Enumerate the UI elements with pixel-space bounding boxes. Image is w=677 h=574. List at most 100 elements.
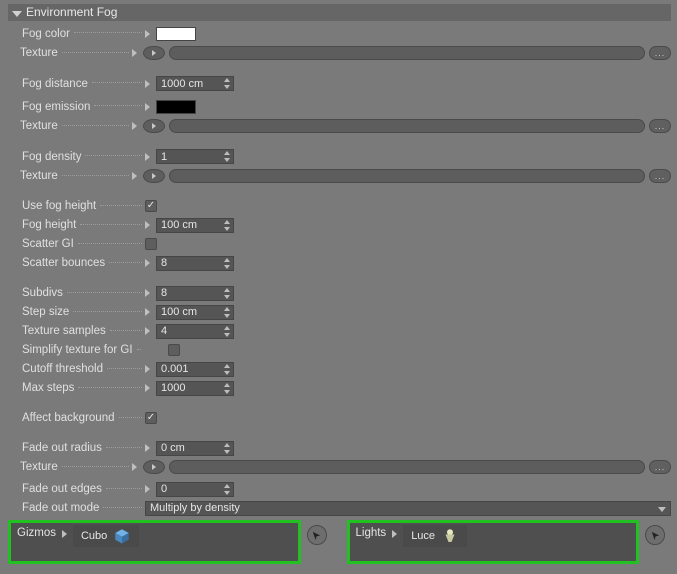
chevron-down-icon[interactable] [224, 314, 230, 318]
fog-color-swatch[interactable] [156, 27, 196, 41]
expand-icon[interactable] [145, 384, 150, 392]
texture-picker-button[interactable] [143, 460, 165, 474]
texture-browse-button[interactable]: ... [649, 46, 671, 60]
row-texture-samples: Texture samples 4 [8, 323, 671, 339]
row-fade-out-radius: Fade out radius 0 cm [8, 440, 671, 456]
texture-slot[interactable] [169, 46, 645, 60]
expand-icon[interactable] [145, 30, 150, 38]
chevron-down-icon[interactable] [224, 85, 230, 89]
cube-icon [113, 527, 131, 545]
texture-picker-button[interactable] [143, 169, 165, 183]
chevron-down-icon[interactable] [224, 265, 230, 269]
chevron-up-icon[interactable] [224, 288, 230, 292]
chevron-up-icon[interactable] [224, 383, 230, 387]
label-scatter-gi: Scatter GI [22, 238, 78, 250]
fog-height-field[interactable]: 100 cm [156, 218, 234, 233]
chevron-down-icon[interactable] [224, 491, 230, 495]
chevron-down-icon[interactable] [224, 371, 230, 375]
scatter-gi-checkbox[interactable] [145, 238, 157, 250]
expand-icon[interactable] [132, 122, 137, 130]
chevron-up-icon[interactable] [224, 326, 230, 330]
expand-icon[interactable] [132, 172, 137, 180]
light-chip[interactable]: Luce [403, 525, 467, 547]
chevron-down-icon[interactable] [224, 333, 230, 337]
chevron-up-icon[interactable] [224, 151, 230, 155]
label-texture: Texture [20, 120, 62, 132]
chevron-up-icon[interactable] [224, 484, 230, 488]
fade-out-edges-field[interactable]: 0 [156, 482, 234, 497]
row-fog-density-texture: Texture ... [20, 168, 671, 184]
texture-samples-field[interactable]: 4 [156, 324, 234, 339]
expand-icon[interactable] [145, 289, 150, 297]
collapse-icon [12, 11, 22, 17]
expand-icon[interactable] [145, 221, 150, 229]
texture-slot[interactable] [169, 119, 645, 133]
fade-out-mode-dropdown[interactable]: Multiply by density [145, 501, 671, 516]
label-fog-emission: Fog emission [22, 101, 94, 113]
fade-out-radius-field[interactable]: 0 cm [156, 441, 234, 456]
row-fog-height: Fog height 100 cm [8, 217, 671, 233]
use-fog-height-checkbox[interactable] [145, 200, 157, 212]
chevron-up-icon[interactable] [224, 220, 230, 224]
play-icon [152, 123, 156, 129]
fog-emission-swatch[interactable] [156, 100, 196, 114]
chevron-up-icon[interactable] [224, 258, 230, 262]
label-step-size: Step size [22, 306, 73, 318]
row-fog-distance: Fog distance 1000 cm [8, 75, 671, 92]
texture-picker-button[interactable] [143, 119, 165, 133]
expand-icon[interactable] [145, 80, 150, 88]
expand-icon[interactable] [145, 153, 150, 161]
chevron-down-icon[interactable] [224, 295, 230, 299]
expand-icon[interactable] [145, 103, 150, 111]
subdivs-field[interactable]: 8 [156, 286, 234, 301]
gizmo-chip[interactable]: Cubo [73, 525, 139, 547]
expand-icon[interactable] [132, 49, 137, 57]
chevron-down-icon[interactable] [224, 227, 230, 231]
affect-background-checkbox[interactable] [145, 412, 157, 424]
label-scatter-bounces: Scatter bounces [22, 257, 109, 269]
lights-target-button[interactable] [645, 525, 665, 545]
row-fog-density: Fog density 1 [8, 148, 671, 165]
fog-distance-field[interactable]: 1000 cm [156, 76, 234, 91]
cutoff-threshold-field[interactable]: 0.001 [156, 362, 234, 377]
expand-icon[interactable] [132, 463, 137, 471]
expand-icon[interactable] [145, 308, 150, 316]
lights-block: Lights Luce [347, 520, 640, 564]
chevron-down-icon[interactable] [224, 450, 230, 454]
expand-icon[interactable] [392, 530, 397, 538]
light-icon [441, 527, 459, 545]
chevron-up-icon[interactable] [224, 364, 230, 368]
row-fade-out-texture: Texture ... [20, 459, 671, 475]
expand-icon[interactable] [145, 444, 150, 452]
row-step-size: Step size 100 cm [8, 304, 671, 320]
chevron-up-icon[interactable] [224, 78, 230, 82]
row-scatter-bounces: Scatter bounces 8 [8, 255, 671, 271]
expand-icon[interactable] [62, 530, 67, 538]
expand-icon[interactable] [145, 365, 150, 373]
label-fade-out-mode: Fade out mode [22, 502, 103, 514]
chevron-down-icon [658, 507, 666, 512]
expand-icon[interactable] [145, 259, 150, 267]
texture-slot[interactable] [169, 169, 645, 183]
chevron-up-icon[interactable] [224, 443, 230, 447]
label-fog-height: Fog height [22, 219, 80, 231]
section-header[interactable]: Environment Fog [8, 4, 671, 21]
row-affect-background: Affect background [8, 410, 671, 426]
texture-browse-button[interactable]: ... [649, 119, 671, 133]
max-steps-field[interactable]: 1000 [156, 381, 234, 396]
chevron-up-icon[interactable] [224, 307, 230, 311]
scatter-bounces-field[interactable]: 8 [156, 256, 234, 271]
expand-icon[interactable] [145, 327, 150, 335]
simplify-texture-checkbox[interactable] [168, 344, 180, 356]
chevron-down-icon[interactable] [224, 390, 230, 394]
texture-browse-button[interactable]: ... [649, 169, 671, 183]
texture-slot[interactable] [169, 460, 645, 474]
texture-picker-button[interactable] [143, 46, 165, 60]
chevron-down-icon[interactable] [224, 158, 230, 162]
expand-icon[interactable] [145, 485, 150, 493]
gizmos-target-button[interactable] [307, 525, 327, 545]
fog-density-field[interactable]: 1 [156, 149, 234, 164]
step-size-field[interactable]: 100 cm [156, 305, 234, 320]
row-fade-out-mode: Fade out mode Multiply by density [8, 500, 671, 516]
texture-browse-button[interactable]: ... [649, 460, 671, 474]
